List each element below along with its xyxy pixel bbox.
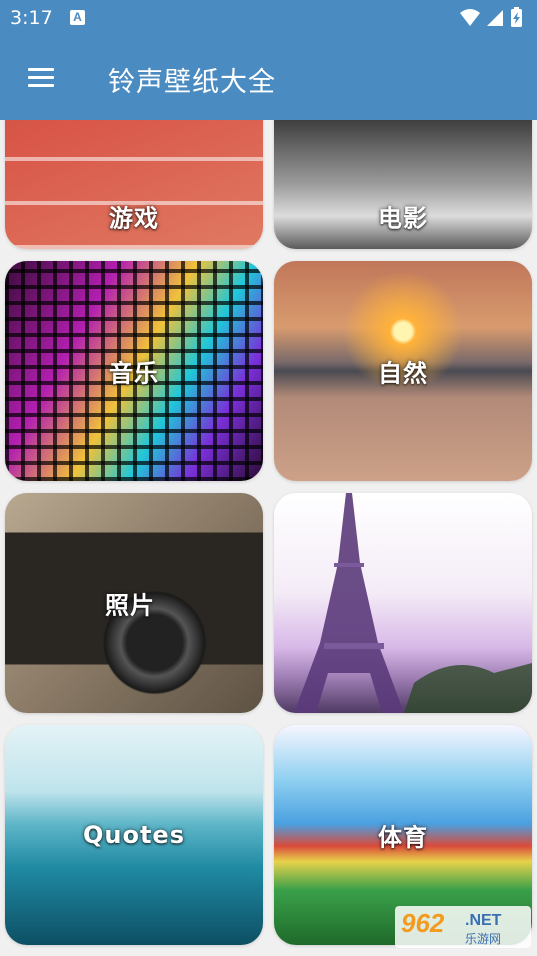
site-watermark: 962 .NET 乐游网 — [395, 906, 531, 948]
category-card-music[interactable]: 音乐 — [5, 261, 263, 481]
category-label: 照片 — [105, 591, 155, 620]
category-grid: 游戏 电影 音乐 自然 照片 Quotes 体育 962 .NET 乐游网 — [0, 120, 537, 956]
category-card-eiffel[interactable] — [274, 493, 532, 713]
page-title: 铃声壁纸大全 — [108, 67, 276, 98]
category-card-nature[interactable]: 自然 — [274, 261, 532, 481]
menu-icon-bar — [28, 84, 54, 87]
category-label: 音乐 — [109, 359, 159, 388]
status-icons — [459, 7, 529, 29]
category-label: Quotes — [82, 821, 185, 849]
battery-charging-icon — [511, 7, 522, 27]
wifi-icon — [460, 9, 480, 26]
menu-icon-bar — [28, 68, 54, 71]
menu-icon-bar — [28, 76, 54, 79]
status-bar: 3:17 A — [0, 0, 537, 36]
menu-button[interactable] — [16, 54, 64, 102]
category-card-photo[interactable]: 照片 — [5, 493, 263, 713]
eiffel-tower-image — [294, 493, 532, 713]
app-bar: 铃声壁纸大全 — [0, 36, 537, 120]
category-card-quotes[interactable]: Quotes — [5, 725, 263, 945]
watermark-suffix: .NET — [465, 912, 502, 929]
category-card-game[interactable]: 游戏 — [5, 120, 263, 249]
category-label: 自然 — [378, 359, 428, 388]
a-notification-icon: A — [70, 10, 85, 25]
category-card-movie[interactable]: 电影 — [274, 120, 532, 249]
category-label: 游戏 — [109, 204, 159, 233]
watermark-subtitle: 乐游网 — [465, 932, 502, 946]
status-time: 3:17 — [10, 7, 53, 29]
category-label: 体育 — [378, 823, 428, 852]
category-label: 电影 — [378, 204, 428, 233]
cell-signal-icon — [487, 10, 503, 26]
watermark-number: 962 — [401, 908, 445, 938]
